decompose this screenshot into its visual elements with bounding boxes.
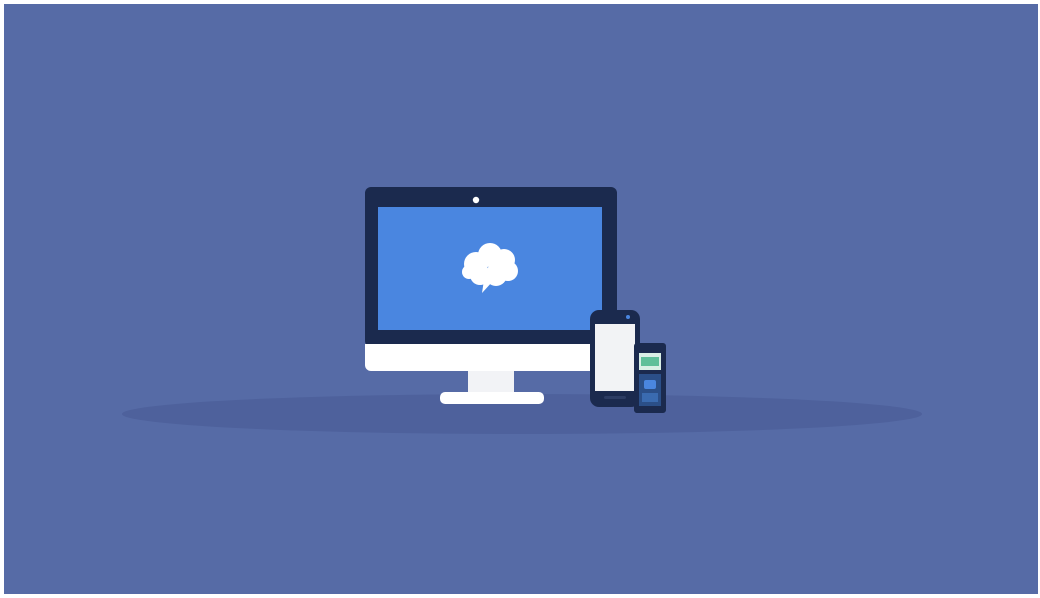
illustration-canvas: [4, 4, 1038, 594]
desktop-monitor-icon: [365, 187, 617, 404]
smartphone-icon: [590, 310, 640, 407]
devices-scene: [4, 4, 1038, 594]
feature-phone-icon: [634, 343, 666, 413]
